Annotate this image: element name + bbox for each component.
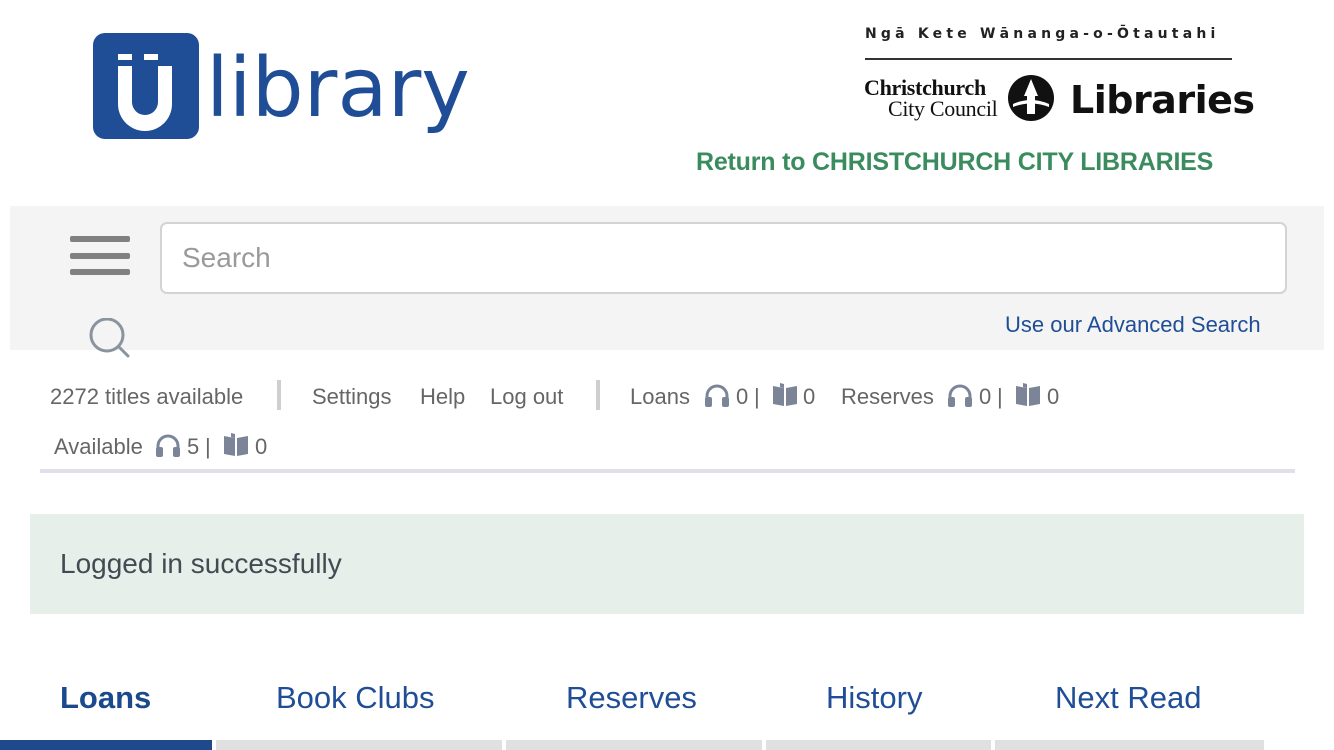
available-audio-count: 5 xyxy=(187,434,200,459)
settings-link[interactable]: Settings xyxy=(312,384,392,410)
titles-available: 2272 titles available xyxy=(50,384,244,409)
count-separator: | xyxy=(205,434,211,459)
loans-ebook-count: 0 xyxy=(803,384,816,409)
loans-audio-count: 0 xyxy=(736,384,749,409)
tab-history-indicator xyxy=(766,740,991,750)
council-seal-icon xyxy=(1008,75,1054,121)
menu-icon[interactable] xyxy=(70,236,130,278)
headphones-icon xyxy=(156,434,180,457)
advanced-search-link[interactable]: Use our Advanced Search xyxy=(1005,312,1261,338)
tab-next-read[interactable]: Next Read xyxy=(1055,680,1201,716)
council-name: Christchurch City Council xyxy=(864,75,998,121)
libraries-wordmark: Libraries xyxy=(1070,78,1255,122)
menu-icon-bar xyxy=(70,236,130,242)
logout-link[interactable]: Log out xyxy=(490,384,563,410)
ulibrary-logo-text: library xyxy=(206,41,470,136)
reserves-link[interactable]: Reserves xyxy=(841,384,934,410)
reserves-ebook-count: 0 xyxy=(1047,384,1060,409)
available-link[interactable]: Available xyxy=(54,434,143,460)
status-divider-line xyxy=(40,469,1295,473)
tab-next-read-indicator xyxy=(995,740,1264,750)
book-icon xyxy=(224,433,248,456)
status-divider xyxy=(596,380,600,410)
tab-book-clubs[interactable]: Book Clubs xyxy=(276,680,435,716)
tab-reserves-indicator xyxy=(506,740,762,750)
search-icon[interactable] xyxy=(88,318,132,358)
council-line2: City Council xyxy=(888,96,998,121)
success-alert: Logged in successfully xyxy=(30,514,1304,614)
headphones-icon xyxy=(948,384,972,407)
book-icon xyxy=(1016,383,1040,406)
reserves-audio-count: 0 xyxy=(979,384,992,409)
return-to-ccl-link[interactable]: Return to CHRISTCHURCH CITY LIBRARIES xyxy=(696,148,1213,177)
loans-link[interactable]: Loans xyxy=(630,384,690,410)
count-separator: | xyxy=(754,384,760,409)
search-input[interactable] xyxy=(160,222,1287,294)
maori-name: Ngā Kete Wānanga-o-Ōtautahi xyxy=(865,26,1220,42)
tab-loans-indicator xyxy=(0,740,212,750)
council-line1: Christchurch xyxy=(864,75,986,100)
ulibrary-logo[interactable]: library xyxy=(92,32,482,142)
menu-icon-bar xyxy=(70,253,130,259)
alert-message: Logged in successfully xyxy=(60,548,342,579)
headphones-icon xyxy=(705,384,729,407)
tab-book-clubs-indicator xyxy=(216,740,502,750)
book-icon xyxy=(773,383,797,406)
tab-loans[interactable]: Loans xyxy=(60,680,151,716)
tab-reserves[interactable]: Reserves xyxy=(566,680,697,716)
help-link[interactable]: Help xyxy=(420,384,465,410)
available-ebook-count: 0 xyxy=(255,434,268,459)
christchurch-libraries-logo[interactable]: Ngā Kete Wānanga-o-Ōtautahi Christchurch… xyxy=(856,20,1255,128)
logo-divider xyxy=(865,58,1232,60)
menu-icon-bar xyxy=(70,269,130,275)
status-divider xyxy=(277,380,281,410)
tab-history[interactable]: History xyxy=(826,680,922,716)
count-separator: | xyxy=(997,384,1003,409)
